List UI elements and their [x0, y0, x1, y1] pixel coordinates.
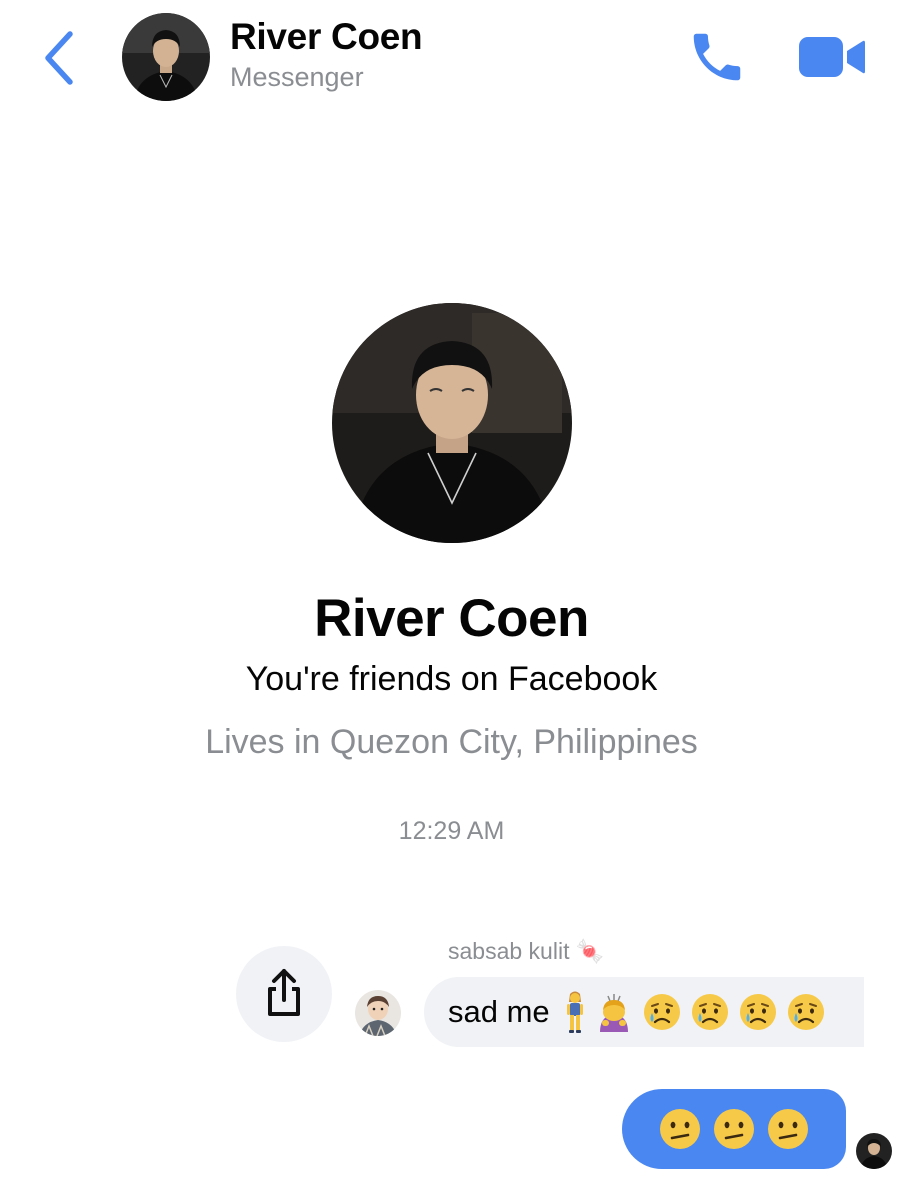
header-contact-name[interactable]: River Coen — [230, 16, 423, 58]
back-button[interactable] — [38, 28, 82, 88]
incoming-message-emojis — [564, 990, 826, 1034]
confused-face-emoji — [768, 1109, 808, 1149]
messenger-chat-screen: River Coen Messenger River Coen You're f… — [0, 0, 903, 1199]
sad-relieved-face-emoji — [739, 994, 776, 1030]
confused-face-emoji — [660, 1109, 700, 1149]
friendship-status: You're friends on Facebook — [245, 660, 658, 698]
profile-location: Lives in Quezon City, Philippines — [205, 723, 698, 761]
sender-avatar[interactable] — [355, 990, 401, 1036]
sad-relieved-face-emoji — [787, 994, 824, 1030]
message-timestamp: 12:29 AM — [398, 817, 505, 845]
incoming-message-bubble[interactable]: sad me — [424, 977, 864, 1047]
chevron-left-icon — [45, 31, 73, 85]
avatar-photo — [122, 13, 210, 101]
share-icon — [268, 969, 300, 1016]
audio-call-button[interactable] — [686, 26, 748, 88]
profile-name: River Coen — [314, 589, 589, 648]
profile-photo — [332, 303, 572, 543]
person-standing-emoji — [566, 991, 583, 1033]
read-receipt-avatar — [856, 1133, 892, 1169]
person-bowing-emoji — [599, 994, 628, 1032]
video-camera-icon — [799, 37, 865, 77]
incoming-message-text: sad me — [448, 994, 550, 1029]
read-receipt-photo — [856, 1133, 892, 1169]
sad-relieved-face-emoji — [643, 994, 680, 1030]
header-app-label: Messenger — [230, 62, 364, 92]
confused-face-emoji — [714, 1109, 754, 1149]
sad-relieved-face-emoji — [691, 994, 728, 1030]
header-avatar[interactable] — [122, 13, 210, 101]
profile-avatar[interactable] — [332, 303, 572, 543]
outgoing-message-bubble[interactable] — [622, 1089, 846, 1169]
share-message-button[interactable] — [236, 946, 332, 1042]
phone-icon — [693, 33, 741, 81]
message-sender-name: sabsab kulit 🍬 — [448, 938, 605, 964]
sender-avatar-photo — [355, 990, 401, 1036]
video-call-button[interactable] — [797, 34, 867, 80]
